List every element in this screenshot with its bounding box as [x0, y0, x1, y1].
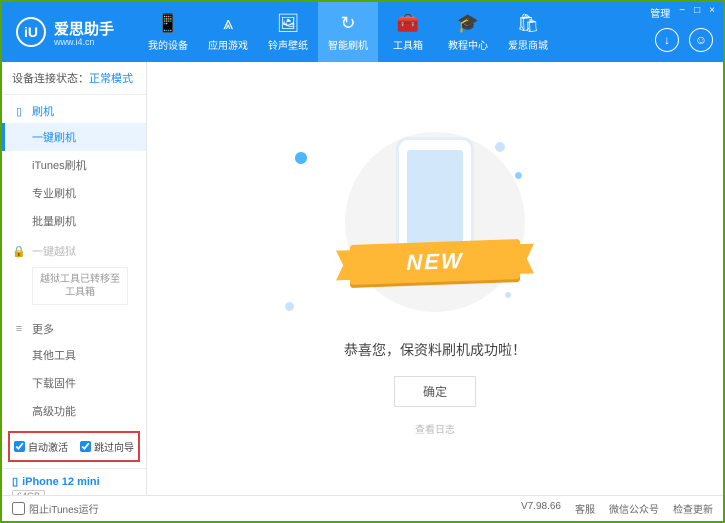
- device-name: ▯iPhone 12 mini: [12, 475, 136, 488]
- section-flash[interactable]: ▯ 刷机: [2, 95, 146, 123]
- app-url: www.i4.cn: [54, 37, 114, 47]
- wechat-link[interactable]: 微信公众号: [609, 501, 659, 516]
- status-value: 正常模式: [89, 73, 133, 85]
- nav-label: 铃声壁纸: [268, 37, 308, 52]
- nav-item-4[interactable]: 🧰 工具箱: [378, 2, 438, 62]
- more-icon: ≡: [12, 323, 26, 335]
- sidebar-item-flash-2[interactable]: 专业刷机: [2, 179, 146, 207]
- window-controls: 管理 − □ ×: [648, 5, 717, 20]
- auto-activate-label: 自动激活: [28, 439, 68, 454]
- header: iU 爱思助手 www.i4.cn 📱 我的设备 ⩓ 应用游戏 🖼 铃声壁纸 ↻ 智能刷机 🧰 工…: [2, 2, 723, 62]
- minimize-button[interactable]: −: [677, 5, 687, 20]
- nav-item-2[interactable]: 🖼 铃声壁纸: [258, 2, 318, 62]
- footer: 阻止iTunes运行 V7.98.66 客服 微信公众号 检查更新: [2, 495, 723, 521]
- sidebar-item-more-0[interactable]: 其他工具: [2, 341, 146, 369]
- nav-item-1[interactable]: ⩓ 应用游戏: [198, 2, 258, 62]
- check-update-link[interactable]: 检查更新: [673, 501, 713, 516]
- nav-icon: 🛍: [517, 13, 540, 34]
- nav-icon: ⩓: [223, 13, 233, 34]
- nav-label: 我的设备: [148, 37, 188, 52]
- nav-label: 教程中心: [448, 37, 488, 52]
- main-content: NEW 恭喜您，保资料刷机成功啦！ 确定 查看日志: [147, 62, 723, 495]
- success-message: 恭喜您，保资料刷机成功啦！: [344, 340, 526, 360]
- nav-icon: 📱: [157, 13, 179, 34]
- success-illustration: NEW: [335, 122, 535, 322]
- sidebar: 设备连接状态：正常模式 ▯ 刷机 一键刷机iTunes刷机专业刷机批量刷机 🔒 一键…: [2, 62, 147, 495]
- block-itunes-checkbox[interactable]: 阻止iTunes运行: [12, 501, 99, 516]
- app-name: 爱思助手: [54, 18, 114, 39]
- jailbreak-note: 越狱工具已转移至工具箱: [32, 267, 128, 305]
- device-info[interactable]: ▯iPhone 12 mini 64GB Down-12mini-13,1: [2, 468, 146, 495]
- body: 设备连接状态：正常模式 ▯ 刷机 一键刷机iTunes刷机专业刷机批量刷机 🔒 一键…: [2, 62, 723, 495]
- sidebar-item-more-1[interactable]: 下载固件: [2, 369, 146, 397]
- device-icon: ▯: [12, 475, 18, 488]
- nav-item-3[interactable]: ↻ 智能刷机: [318, 2, 378, 62]
- phone-icon: ▯: [12, 105, 26, 118]
- section-jailbreak-title: 一键越狱: [32, 243, 76, 259]
- user-button[interactable]: ☺: [689, 28, 713, 52]
- header-right: ↓ ☺: [655, 28, 713, 52]
- nav-icon: 🧰: [397, 13, 419, 34]
- nav-icon: ↻: [340, 13, 355, 34]
- customer-service-link[interactable]: 客服: [575, 501, 595, 516]
- nav-icon: 🎓: [457, 13, 479, 34]
- sidebar-item-flash-1[interactable]: iTunes刷机: [2, 151, 146, 179]
- section-more-title: 更多: [32, 321, 54, 337]
- device-status: 设备连接状态：正常模式: [2, 62, 146, 95]
- app-window: iU 爱思助手 www.i4.cn 📱 我的设备 ⩓ 应用游戏 🖼 铃声壁纸 ↻ 智能刷机 🧰 工…: [0, 0, 725, 523]
- skip-guide-label: 跳过向导: [94, 439, 134, 454]
- section-more[interactable]: ≡ 更多: [2, 313, 146, 341]
- nav-icon: 🖼: [277, 13, 300, 34]
- maximize-button[interactable]: □: [692, 5, 702, 20]
- version-label: V7.98.66: [521, 501, 561, 516]
- nav-label: 智能刷机: [328, 37, 368, 52]
- status-label: 设备连接状态：: [12, 73, 89, 85]
- sidebar-item-flash-3[interactable]: 批量刷机: [2, 207, 146, 235]
- section-jailbreak: 🔒 一键越狱: [2, 235, 146, 263]
- skip-guide-checkbox[interactable]: 跳过向导: [80, 439, 134, 454]
- options-box: 自动激活 跳过向导: [8, 431, 140, 462]
- nav-item-6[interactable]: 🛍 爱思商城: [498, 2, 558, 62]
- lock-icon: 🔒: [12, 245, 26, 258]
- download-button[interactable]: ↓: [655, 28, 679, 52]
- section-flash-title: 刷机: [32, 103, 54, 119]
- nav-item-0[interactable]: 📱 我的设备: [138, 2, 198, 62]
- sidebar-item-flash-0[interactable]: 一键刷机: [2, 123, 146, 151]
- view-log-link[interactable]: 查看日志: [415, 421, 455, 436]
- confirm-button[interactable]: 确定: [394, 376, 476, 407]
- nav-label: 应用游戏: [208, 37, 248, 52]
- sidebar-item-more-2[interactable]: 高级功能: [2, 397, 146, 425]
- auto-activate-checkbox[interactable]: 自动激活: [14, 439, 68, 454]
- logo: iU 爱思助手 www.i4.cn: [2, 17, 128, 47]
- logo-icon: iU: [16, 17, 46, 47]
- main-nav: 📱 我的设备 ⩓ 应用游戏 🖼 铃声壁纸 ↻ 智能刷机 🧰 工具箱 🎓 教程中心 🛍 爱思商城: [138, 2, 558, 62]
- nav-label: 工具箱: [393, 37, 423, 52]
- nav-label: 爱思商城: [508, 37, 548, 52]
- new-ribbon: NEW: [350, 239, 520, 285]
- menu-button[interactable]: 管理: [648, 5, 672, 20]
- close-button[interactable]: ×: [707, 5, 717, 20]
- nav-item-5[interactable]: 🎓 教程中心: [438, 2, 498, 62]
